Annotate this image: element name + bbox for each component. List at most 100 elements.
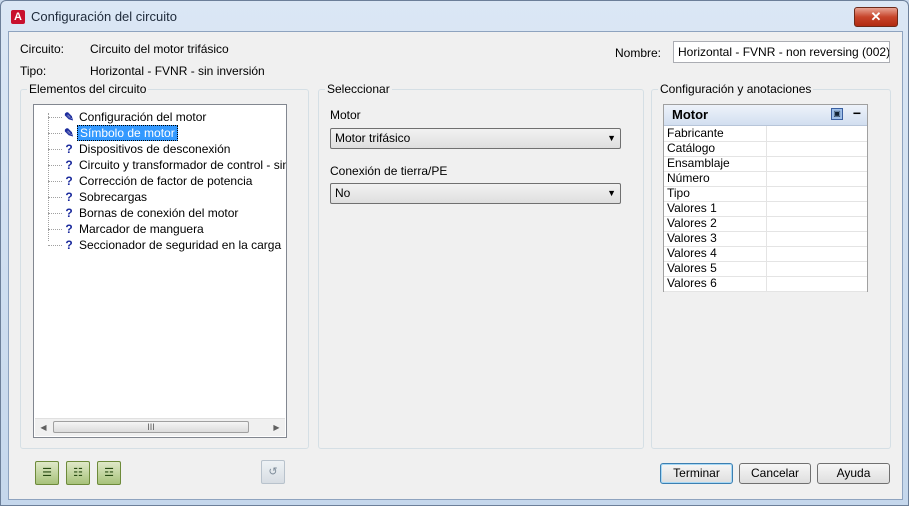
tree-connector-line <box>48 229 62 230</box>
properties-header[interactable]: Motor ▣ − <box>664 105 867 126</box>
horizontal-scrollbar[interactable]: ◀ III ▶ <box>35 418 285 436</box>
property-row[interactable]: Valores 2 <box>664 216 867 232</box>
question-icon: ? <box>65 174 73 188</box>
title-bar[interactable]: A Configuración del circuito ✕ <box>1 1 908 31</box>
property-row[interactable]: Valores 5 <box>664 261 867 277</box>
tree-connector-line <box>48 197 62 198</box>
tree-connector-line <box>48 133 62 134</box>
tree-item-label: Sobrecargas <box>79 190 148 204</box>
tree-item[interactable]: ? Marcador de manguera <box>34 221 286 237</box>
question-icon: ? <box>65 158 73 172</box>
tree-item-label: Dispositivos de desconexión <box>79 142 231 156</box>
apply-config-button[interactable]: ↺ <box>261 460 285 484</box>
property-name: Fabricante <box>667 126 724 140</box>
property-name: Ensamblaje <box>667 156 730 170</box>
property-row[interactable]: Valores 6 <box>664 276 867 292</box>
property-row[interactable]: Fabricante <box>664 126 867 142</box>
property-row[interactable]: Catálogo <box>664 141 867 157</box>
property-name: Valores 2 <box>667 216 717 230</box>
tree-item[interactable]: ? Bornas de conexión del motor <box>34 205 286 221</box>
tree-connector-line <box>48 181 62 182</box>
properties-options-icon[interactable]: ▣ <box>831 108 843 120</box>
properties-title: Motor <box>672 107 709 122</box>
chevron-down-icon: ▼ <box>607 188 616 198</box>
scroll-left-icon[interactable]: ◀ <box>35 419 52 436</box>
save-config-button[interactable]: ☰ <box>35 461 59 485</box>
tree-connector-line <box>48 213 62 214</box>
motor-dropdown[interactable]: Motor trifásico ▼ <box>330 128 621 149</box>
tree-connector-line <box>48 149 62 150</box>
property-name: Valores 6 <box>667 276 717 290</box>
circuito-value: Circuito del motor trifásico <box>90 42 229 56</box>
tipo-value: Horizontal - FVNR - sin inversión <box>90 64 265 78</box>
tree-item[interactable]: ✎ Configuración del motor <box>34 109 286 125</box>
motor-dropdown-value: Motor trifásico <box>335 131 411 145</box>
property-row[interactable]: Valores 4 <box>664 246 867 262</box>
property-name: Catálogo <box>667 141 716 155</box>
tree-item[interactable]: ? Corrección de factor de potencia <box>34 173 286 189</box>
tierra-dropdown[interactable]: No ▼ <box>330 183 621 204</box>
export-list-icon: ☲ <box>104 467 114 479</box>
autocad-logo-icon: A <box>11 10 25 24</box>
question-icon: ? <box>65 222 73 236</box>
tree-item-label: Bornas de conexión del motor <box>79 206 239 220</box>
property-name: Tipo <box>667 186 690 200</box>
dialog-client-area: Circuito: Circuito del motor trifásico T… <box>8 31 903 500</box>
property-name: Valores 1 <box>667 201 717 215</box>
load-config-button[interactable]: ☷ <box>66 461 90 485</box>
property-row[interactable]: Valores 1 <box>664 201 867 217</box>
question-icon: ? <box>65 190 73 204</box>
tree-item-label: Circuito y transformador de control - si… <box>79 158 286 172</box>
elements-group-title: Elementos del circuito <box>27 82 149 96</box>
ayuda-button[interactable]: Ayuda <box>817 463 890 484</box>
question-icon: ? <box>65 238 73 252</box>
property-name: Valores 5 <box>667 261 717 275</box>
property-divider <box>766 216 767 231</box>
tree-item[interactable]: ? Seccionador de seguridad en la carga <box>34 237 286 253</box>
tree-item[interactable]: ? Dispositivos de desconexión <box>34 141 286 157</box>
property-divider <box>766 126 767 141</box>
collapse-icon[interactable]: − <box>853 105 861 121</box>
select-group-title: Seleccionar <box>325 82 392 96</box>
cancelar-button[interactable]: Cancelar <box>739 463 811 484</box>
select-group: Seleccionar Motor Motor trifásico ▼ Cone… <box>318 82 644 449</box>
window-title: Configuración del circuito <box>31 9 177 24</box>
property-row[interactable]: Tipo <box>664 186 867 202</box>
load-list-icon: ☷ <box>73 467 83 479</box>
export-config-button[interactable]: ☲ <box>97 461 121 485</box>
tierra-dropdown-value: No <box>335 186 351 200</box>
property-divider <box>766 171 767 186</box>
tree-item[interactable]: ✎ Símbolo de motor <box>34 125 286 141</box>
close-button[interactable]: ✕ <box>854 7 898 27</box>
property-divider <box>766 186 767 201</box>
scroll-thumb[interactable]: III <box>53 421 249 433</box>
scroll-right-icon[interactable]: ▶ <box>268 419 285 436</box>
tree-item[interactable]: ? Sobrecargas <box>34 189 286 205</box>
question-icon: ? <box>65 142 73 156</box>
property-name: Número <box>667 171 710 185</box>
question-icon: ? <box>65 206 73 220</box>
property-divider <box>766 156 767 171</box>
chevron-down-icon: ▼ <box>607 133 616 143</box>
property-row[interactable]: Valores 3 <box>664 231 867 247</box>
pencil-icon: ✎ <box>64 110 75 124</box>
property-divider <box>766 231 767 246</box>
property-row[interactable]: Número <box>664 171 867 187</box>
pencil-icon: ✎ <box>64 126 75 140</box>
motor-properties-panel[interactable]: Motor ▣ − Fabricante Catálogo Ensamblaje Nú… <box>663 104 868 292</box>
nombre-input[interactable]: Horizontal - FVNR - non reversing (002) <box>673 41 890 63</box>
tree-item[interactable]: ? Circuito y transformador de control - s… <box>34 157 286 173</box>
property-row[interactable]: Ensamblaje <box>664 156 867 172</box>
property-divider <box>766 141 767 156</box>
circuit-elements-tree[interactable]: ✎ Configuración del motor ✎ Símbolo de moto… <box>33 104 287 438</box>
property-divider <box>766 201 767 216</box>
nombre-label: Nombre: <box>615 46 662 60</box>
elements-group: Elementos del circuito ✎ Configuración de… <box>20 82 309 449</box>
motor-label: Motor <box>330 108 361 122</box>
tierra-label: Conexión de tierra/PE <box>330 164 448 178</box>
config-group-title: Configuración y anotaciones <box>658 82 814 96</box>
tree-item-label: Configuración del motor <box>79 110 207 124</box>
dialog-window: A Configuración del circuito ✕ Circuito:… <box>0 0 909 506</box>
config-group: Configuración y anotaciones Motor ▣ − Fa… <box>651 82 891 449</box>
terminar-button[interactable]: Terminar <box>660 463 733 484</box>
